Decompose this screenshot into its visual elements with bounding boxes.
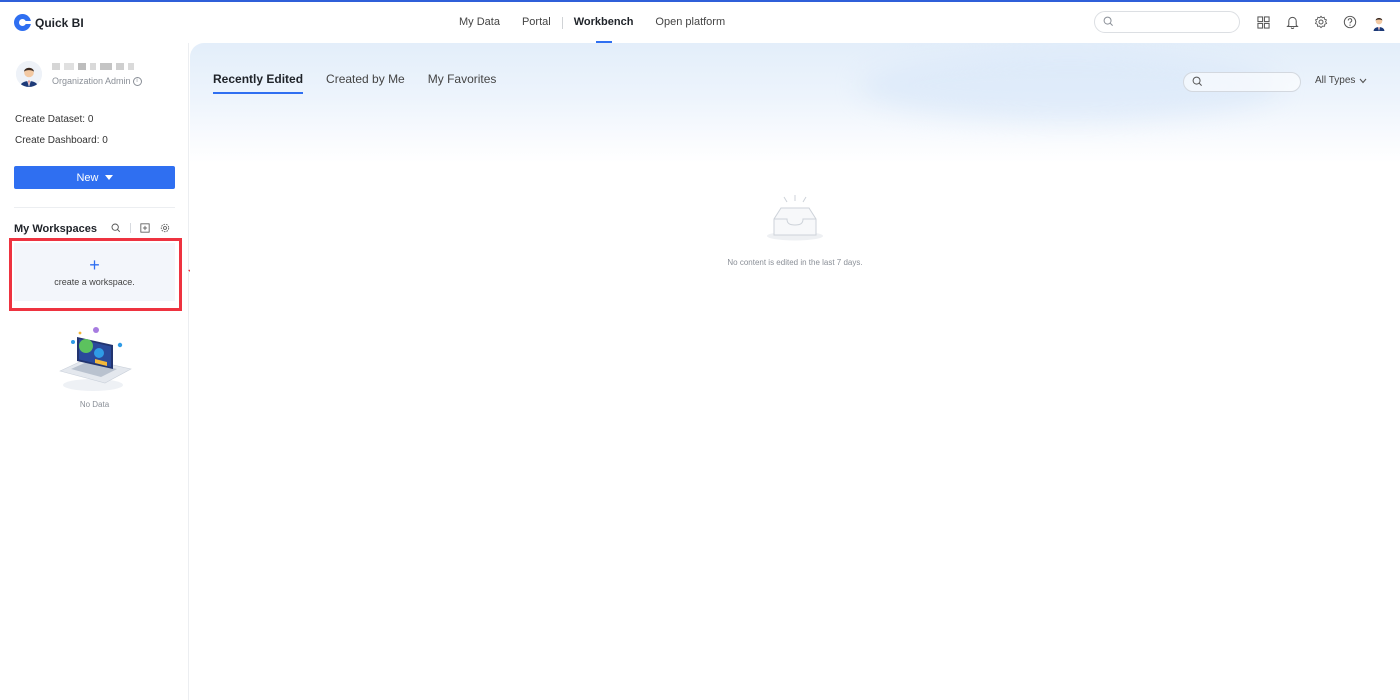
- main-panel: Recently Edited Created by Me My Favorit…: [190, 43, 1400, 700]
- bell-icon[interactable]: [1283, 13, 1301, 31]
- tab-my-favorites[interactable]: My Favorites: [428, 72, 497, 94]
- new-button-label: New: [76, 171, 99, 184]
- user-role-label: Organization Admin: [52, 76, 131, 86]
- workspaces-title: My Workspaces: [14, 223, 97, 235]
- new-button[interactable]: New: [14, 166, 175, 189]
- create-dashboard-label: Create Dashboard:: [15, 135, 100, 146]
- nav-my-data[interactable]: My Data: [448, 2, 511, 43]
- nav-workbench[interactable]: Workbench: [563, 2, 645, 43]
- create-dataset-stat: Create Dataset: 0: [15, 114, 93, 125]
- content-search-input[interactable]: [1183, 72, 1301, 92]
- nav-open-platform[interactable]: Open platform: [644, 2, 736, 43]
- search-icon: [1103, 16, 1113, 26]
- top-nav: My Data Portal Workbench Open platform: [448, 2, 736, 43]
- apps-grid-icon[interactable]: [1254, 13, 1272, 31]
- no-data-label: No Data: [79, 400, 110, 409]
- content-tabs: Recently Edited Created by Me My Favorit…: [213, 72, 496, 94]
- sidebar-divider: [14, 207, 175, 208]
- quick-bi-logo-icon: [14, 14, 31, 31]
- nav-portal[interactable]: Portal: [511, 2, 562, 43]
- caret-down-icon: [104, 175, 113, 180]
- tab-created-by-me[interactable]: Created by Me: [326, 72, 405, 94]
- create-dashboard-stat: Create Dashboard: 0: [15, 135, 108, 146]
- top-icon-bar: [1254, 13, 1388, 31]
- tool-separator: [130, 223, 131, 233]
- sidebar: Organization Admin i Create Dataset: 0 C…: [0, 43, 189, 700]
- create-dataset-label: Create Dataset:: [15, 114, 86, 125]
- empty-inbox-illustration: [767, 195, 823, 241]
- top-bar: Quick BI My Data Portal Workbench Open p…: [0, 2, 1400, 43]
- user-name-redacted: [52, 63, 142, 71]
- app-name: Quick BI: [35, 15, 84, 30]
- global-search-input[interactable]: [1094, 11, 1240, 33]
- no-data-laptop-illustration: [59, 327, 132, 391]
- avatar[interactable]: [16, 61, 42, 87]
- help-icon[interactable]: [1341, 13, 1359, 31]
- user-profile: Organization Admin i: [16, 61, 142, 87]
- user-avatar[interactable]: [1370, 13, 1388, 31]
- annotation-highlight-box: [9, 238, 182, 311]
- workspace-search-icon[interactable]: [110, 222, 122, 234]
- header-gradient: [190, 43, 1400, 163]
- workspace-tools: [110, 222, 171, 234]
- gear-icon[interactable]: [1312, 13, 1330, 31]
- search-icon: [1192, 76, 1202, 86]
- workspace-settings-icon[interactable]: [159, 222, 171, 234]
- type-filter-dropdown[interactable]: All Types: [1315, 75, 1367, 86]
- chevron-down-icon: [1359, 78, 1367, 83]
- app-logo[interactable]: Quick BI: [14, 14, 84, 31]
- type-filter-label: All Types: [1315, 75, 1356, 86]
- empty-state-message: No content is edited in the last 7 days.: [727, 258, 863, 267]
- add-workspace-icon[interactable]: [139, 222, 151, 234]
- create-dashboard-value: 0: [102, 135, 108, 146]
- create-dataset-value: 0: [87, 114, 94, 125]
- user-role: Organization Admin i: [52, 76, 142, 86]
- info-icon[interactable]: i: [132, 76, 142, 86]
- tab-recently-edited[interactable]: Recently Edited: [213, 72, 304, 94]
